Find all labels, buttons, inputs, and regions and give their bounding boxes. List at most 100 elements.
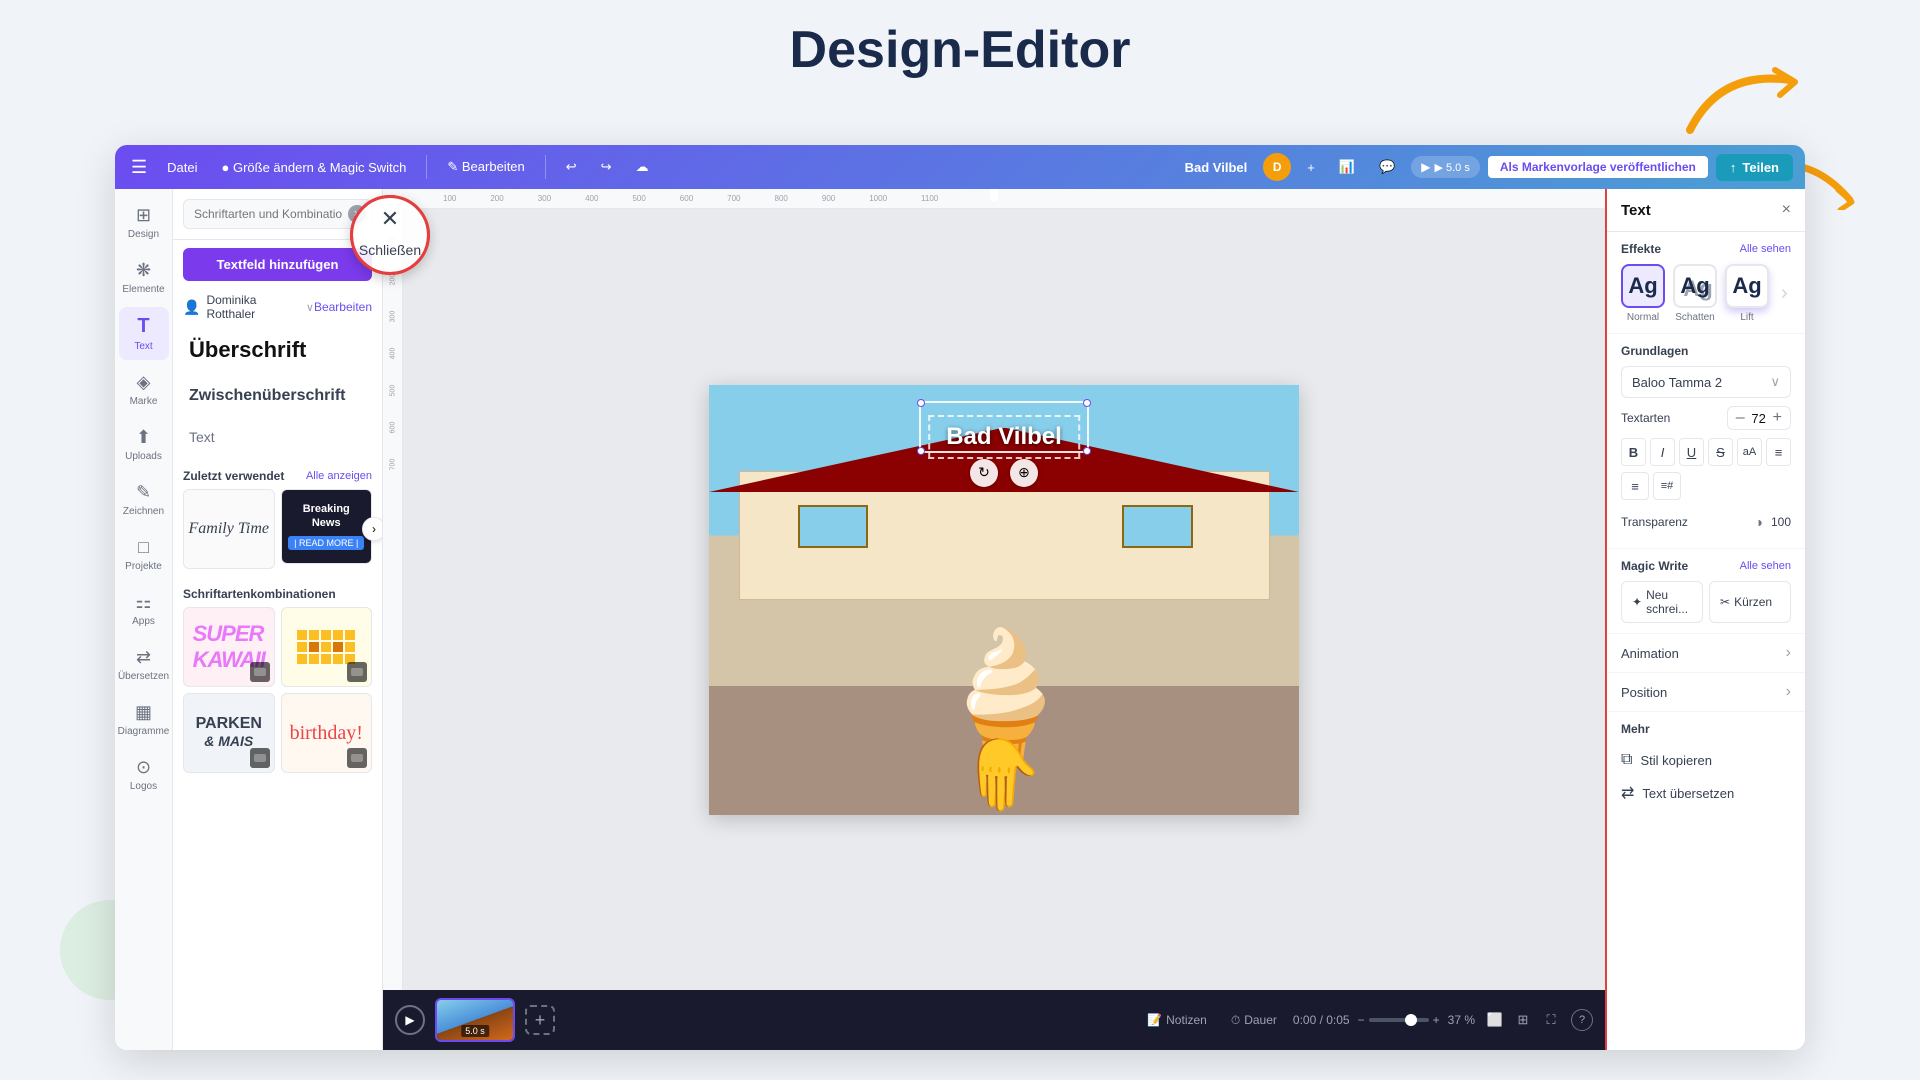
template-family[interactable]: Family Time: [183, 489, 275, 569]
position-row[interactable]: Position ›: [1607, 673, 1805, 712]
template-breaking[interactable]: BreakingNews | READ MORE |: [281, 489, 373, 564]
effects-see-all[interactable]: Alle sehen: [1740, 243, 1791, 255]
timeline-thumb-1[interactable]: 5.0 s: [435, 998, 515, 1042]
sidebar-item-translate[interactable]: ⇄ Übersetzen: [119, 639, 169, 690]
duration-btn[interactable]: ⏱ Dauer: [1223, 1009, 1285, 1032]
brand-label: Bad Vilbel: [1177, 156, 1256, 179]
stats-btn[interactable]: 📊: [1331, 155, 1363, 179]
grid-view-btn[interactable]: ⊞: [1511, 1008, 1535, 1032]
sidebar-item-brand[interactable]: ◈ Marke: [119, 364, 169, 415]
magic-write-see-all[interactable]: Alle sehen: [1740, 560, 1791, 572]
play-pause-btn[interactable]: ▶: [395, 1005, 425, 1035]
sidebar-item-design[interactable]: ⊞ Design: [119, 197, 169, 248]
file-menu[interactable]: Datei: [159, 156, 205, 179]
effect-normal[interactable]: Ag Normal: [1621, 264, 1665, 323]
sidebar-item-text[interactable]: T Text: [119, 307, 169, 360]
sidebar-item-charts[interactable]: ▦ Diagramme: [119, 694, 169, 745]
zoom-slider[interactable]: [1369, 1018, 1429, 1022]
left-sidebar: ⊞ Design ❋ Elemente T Text ◈ Marke ⬆ Upl…: [115, 189, 173, 1050]
edit-btn[interactable]: ✎ Bearbeiten: [439, 155, 532, 179]
sidebar-item-elements[interactable]: ❋ Elemente: [119, 252, 169, 303]
bold-btn[interactable]: B: [1621, 438, 1646, 466]
sidebar-item-draw[interactable]: ✎ Zeichnen: [119, 474, 169, 525]
sidebar-label-brand: Marke: [130, 396, 158, 407]
font-selector[interactable]: Baloo Tamma 2 ∨: [1621, 366, 1791, 398]
combo-yellow[interactable]: [281, 607, 373, 687]
add-slide-btn[interactable]: +: [525, 1005, 555, 1035]
align-btn[interactable]: ≡: [1766, 438, 1791, 466]
right-panel-close-btn[interactable]: ×: [1782, 201, 1791, 219]
font-search-input[interactable]: [183, 199, 372, 229]
edit-link[interactable]: Bearbeiten: [314, 300, 372, 314]
italic-btn[interactable]: I: [1650, 438, 1675, 466]
author-dropdown-icon[interactable]: ∨: [306, 301, 314, 314]
magic-write-buttons: ✦ Neu schrei... ✂ Kürzen: [1621, 581, 1791, 623]
ruler-mark-400: 400: [585, 194, 598, 203]
combo-parking[interactable]: PARKEN& MAIS: [183, 693, 275, 773]
heading-item[interactable]: Überschrift: [183, 327, 372, 373]
recent-chevron[interactable]: ›: [362, 517, 382, 541]
help-btn[interactable]: ?: [1571, 1009, 1593, 1031]
recent-see-all[interactable]: Alle anzeigen: [306, 470, 372, 482]
copy-style-item[interactable]: ⧉ Stil kopieren: [1621, 744, 1791, 776]
vmark-400: 400: [389, 348, 396, 360]
author-icon: 👤: [183, 299, 200, 316]
font-decrease-btn[interactable]: –: [1736, 410, 1745, 426]
sidebar-item-uploads[interactable]: ⬆ Uploads: [119, 419, 169, 470]
translate-item[interactable]: ⇄ Text übersetzen: [1621, 776, 1791, 810]
numbered-btn[interactable]: ≡#: [1653, 472, 1681, 500]
rotate-btn[interactable]: ↻: [970, 459, 998, 487]
heading-label: Überschrift: [189, 337, 306, 362]
publish-btn[interactable]: Als Markenvorlage veröffentlichen: [1488, 156, 1708, 178]
bullets-btn[interactable]: ≡: [1621, 472, 1649, 500]
sidebar-label-projects: Projekte: [125, 561, 162, 572]
sidebar-item-projects[interactable]: □ Projekte: [119, 529, 169, 580]
add-user-btn[interactable]: +: [1299, 156, 1323, 179]
comment-btn[interactable]: 💬: [1371, 155, 1403, 179]
undo-btn[interactable]: ↩: [558, 155, 585, 179]
share-btn[interactable]: ↑ Teilen: [1716, 154, 1793, 181]
zoom-thumb[interactable]: [1405, 1014, 1417, 1026]
canvas-slide-area[interactable]: 🍦 🤚 Bad Vilbel: [403, 209, 1605, 990]
cloud-btn[interactable]: ☁: [628, 155, 657, 179]
redo-btn[interactable]: ↪: [593, 155, 620, 179]
effects-chevron[interactable]: ›: [1781, 282, 1788, 305]
zoom-in-icon[interactable]: +: [1433, 1013, 1440, 1027]
size-change-btn[interactable]: ● Größe ändern & Magic Switch: [214, 156, 415, 179]
text-item[interactable]: Text: [183, 419, 372, 457]
close-circle[interactable]: ✕ Schließen: [350, 195, 430, 275]
sidebar-item-apps[interactable]: ⚏ Apps: [119, 584, 169, 635]
slide-text: Bad Vilbel: [946, 423, 1062, 450]
combo-kawaii[interactable]: SUPERKAWAII: [183, 607, 275, 687]
transparency-value[interactable]: 100: [1771, 515, 1791, 529]
sidebar-label-translate: Übersetzen: [118, 671, 169, 682]
author-name: Dominika Rotthaler: [206, 293, 299, 321]
magic-new-btn[interactable]: ✦ Neu schrei...: [1621, 581, 1703, 623]
case-btn[interactable]: aA: [1737, 438, 1762, 466]
font-increase-btn[interactable]: +: [1773, 410, 1782, 426]
uploads-icon: ⬆: [136, 427, 151, 448]
underline-btn[interactable]: U: [1679, 438, 1704, 466]
selection-controls: ↻ ⊕: [970, 459, 1038, 487]
sidebar-item-logos[interactable]: ⊙ Logos: [119, 749, 169, 800]
menu-icon[interactable]: ☰: [127, 153, 151, 182]
add-textfield-btn[interactable]: Textfeld hinzufügen: [183, 248, 372, 281]
notes-btn[interactable]: 📝 Notizen: [1139, 1009, 1215, 1031]
subheading-item[interactable]: Zwischenüberschrift: [183, 377, 372, 415]
combo-birthday[interactable]: birthday!: [281, 693, 373, 773]
strikethrough-btn[interactable]: S: [1708, 438, 1733, 466]
font-size-value[interactable]: 72: [1749, 411, 1769, 426]
slide-frame[interactable]: 🍦 🤚 Bad Vilbel: [709, 385, 1299, 815]
fullscreen-btn[interactable]: ⛶: [1539, 1008, 1563, 1032]
sidebar-label-design: Design: [128, 229, 159, 240]
slide-text-overlay[interactable]: Bad Vilbel: [928, 415, 1080, 459]
user-avatar[interactable]: D: [1263, 153, 1291, 181]
play-preview-btn[interactable]: ▶ ▶ 5.0 s: [1411, 156, 1480, 178]
zoom-out-icon[interactable]: −: [1358, 1013, 1365, 1027]
single-view-btn[interactable]: ⬜: [1483, 1008, 1507, 1032]
effect-shadow[interactable]: Ag Schatten: [1673, 264, 1717, 323]
magic-shorten-btn[interactable]: ✂ Kürzen: [1709, 581, 1791, 623]
animation-row[interactable]: Animation ›: [1607, 634, 1805, 673]
move-btn[interactable]: ⊕: [1010, 459, 1038, 487]
effect-lift[interactable]: Ag Lift: [1725, 264, 1769, 323]
